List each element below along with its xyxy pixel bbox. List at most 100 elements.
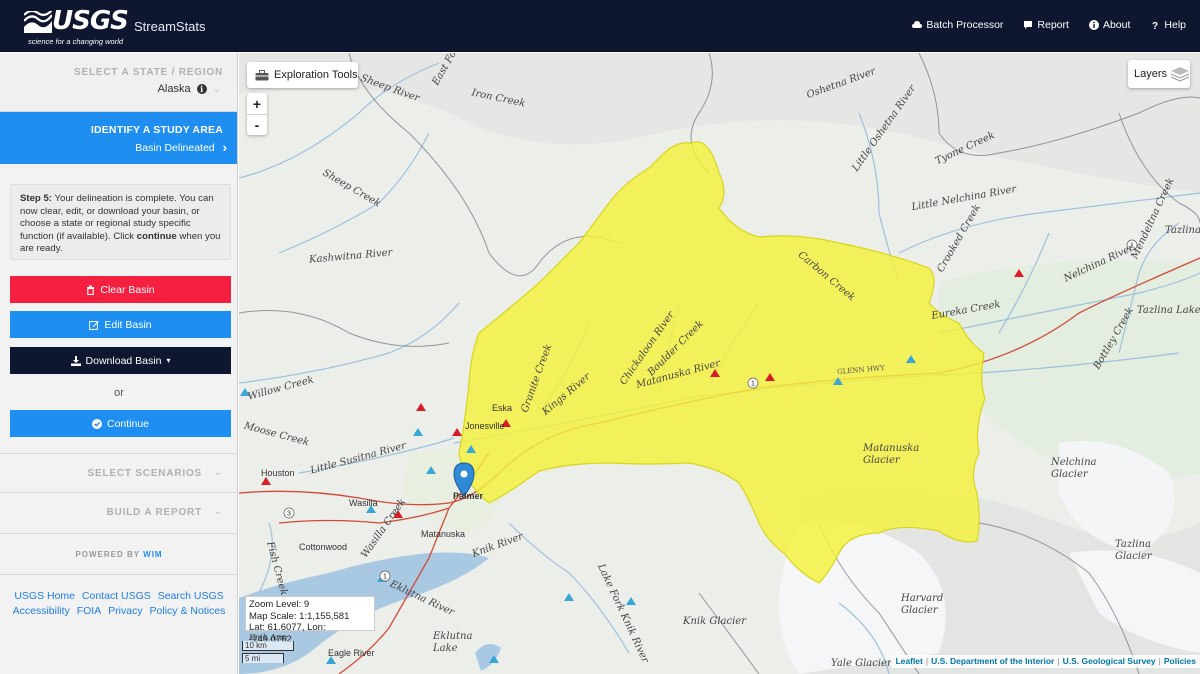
layers-label: Layers [1134,68,1168,80]
chevron-right-icon: › [222,140,227,155]
footer-divider [0,574,238,575]
scale-km: 10 km [242,641,294,651]
step-continue-word: continue [136,230,177,242]
build-report-label: BUILD A REPORT [106,507,202,518]
nav-about-label: About [1102,19,1131,31]
edit-basin-label: Edit Basin [104,318,152,331]
nav-help[interactable]: ? Help [1150,19,1186,31]
label-nelchina-glacier: Nelchina Glacier [1051,457,1097,480]
clear-basin-button[interactable]: Clear Basin [10,276,231,303]
nav-batch-processor[interactable]: Batch Processor [912,19,1003,31]
cloud-icon [912,21,923,28]
route-shield-4: 1 [383,574,387,581]
build-report-section[interactable]: BUILD A REPORT ⌄ [0,493,238,534]
sidebar: SELECT A STATE / REGION Alaska i ⌄ IDENT… [0,53,238,674]
label-harvard-glacier: Harvard Glacier [901,593,944,616]
download-basin-label: Download Basin [85,354,162,367]
select-scenarios-label: SELECT SCENARIOS [87,468,202,479]
powered-by: POWERED BY WIM [0,550,238,559]
check-circle-icon [91,418,102,429]
town-matanuska: Matanuska [421,529,466,539]
link-search-usgs[interactable]: Search USGS [158,590,224,602]
zoom-control: + - [247,93,267,135]
town-jonesville: Jonesville [465,421,505,431]
nav-report-label: Report [1037,19,1069,31]
zoom-in-button[interactable]: + [247,93,267,114]
zoom-out-button[interactable]: - [247,114,267,135]
link-usgs-home[interactable]: USGS Home [14,590,75,602]
layers-icon [1170,67,1190,82]
continue-button[interactable]: Continue [10,410,231,437]
usgs-wave-icon [24,11,52,33]
study-area-status-row: Basin Delineated › [135,140,227,155]
download-icon [70,355,81,366]
label-knik-glacier: Knik Glacier [683,616,746,627]
footer-links-row-2: Accessibility FOIA Privacy Policy & Noti… [0,604,238,619]
label-tazlina: Tazlina [1165,225,1200,236]
label-tazlina-glacier: Tazlina Glacier [1115,539,1152,562]
logo-wordmark: USGS [52,6,129,36]
footer-links-row-1: USGS Home Contact USGS Search USGS [0,589,238,604]
state-selector[interactable]: Alaska i ⌄ [158,83,221,95]
attribution-policies[interactable]: Policies [1164,656,1196,666]
question-icon: ? [1152,21,1158,30]
attribution-leaflet[interactable]: Leaflet [895,656,922,666]
label-matanuska-glacier: Matanuska Glacier [863,443,920,466]
link-foia[interactable]: FOIA [77,605,102,617]
map-view[interactable]: 1 1 3 1 East Fork Sheep River Iron Creek… [239,53,1200,674]
svg-text:?: ? [1152,21,1158,30]
town-eagle-river: Eagle River [328,648,375,658]
edit-icon [89,320,100,330]
link-policy-notices[interactable]: Policy & Notices [150,605,226,617]
or-divider-text: or [114,387,124,399]
toolbox-icon [255,69,269,80]
wim-link[interactable]: WIM [143,550,162,559]
top-navbar: USGS science for a changing world Stream… [0,0,1200,52]
download-basin-button[interactable]: Download Basin ▾ [10,347,231,374]
footer-links: USGS Home Contact USGS Search USGS Acces… [0,589,238,619]
zoom-level-text: Zoom Level: 9 [249,599,310,610]
town-cottonwood: Cottonwood [299,542,348,552]
scale-bar: 10 km 5 mi [242,641,294,663]
step-instructions: Step 5: Your delineation is complete. Yo… [10,184,231,260]
header-nav: Batch Processor Report About ? Help [912,19,1186,31]
nav-help-label: Help [1164,19,1186,31]
continue-label: Continue [106,417,150,430]
chevron-down-icon: ⌄ [212,83,221,95]
caret-down-icon: ▾ [166,356,171,365]
usgs-logo[interactable]: USGS science for a changing world [24,6,129,46]
map-info-box: Zoom Level: 9 Map Scale: 1:1,155,581 Lat… [245,596,375,645]
identify-study-area-section[interactable]: IDENTIFY A STUDY AREA Basin Delineated › [0,112,237,164]
attribution-doi[interactable]: U.S. Department of the Interior [931,656,1054,666]
link-contact-usgs[interactable]: Contact USGS [82,590,151,602]
comment-icon [1024,21,1033,29]
layers-button[interactable]: Layers [1128,60,1190,88]
select-state-label: SELECT A STATE / REGION [74,67,223,78]
study-area-status: Basin Delineated [135,141,215,154]
map-attribution: Leaflet | U.S. Department of the Interior |… [891,655,1200,668]
exploration-tools-button[interactable]: Exploration Tools [247,62,358,88]
nav-report[interactable]: Report [1023,19,1069,31]
select-state-section[interactable]: SELECT A STATE / REGION Alaska i ⌄ [0,53,237,112]
step-number: Step 5: [20,193,52,204]
scale-mi: 5 mi [242,653,284,663]
town-houston: Houston [261,468,295,478]
edit-basin-button[interactable]: Edit Basin [10,311,231,338]
link-accessibility[interactable]: Accessibility [13,605,70,617]
powered-by-text: POWERED BY [75,550,140,559]
attribution-usgs[interactable]: U.S. Geological Survey [1063,656,1156,666]
town-palmer: Palmer [453,491,484,501]
map-scale-text: Map Scale: 1:1,155,581 [249,610,350,622]
state-info-icon[interactable]: i [196,84,207,94]
nav-about[interactable]: About [1088,19,1131,31]
link-privacy[interactable]: Privacy [108,605,142,617]
nav-batch-processor-label: Batch Processor [926,19,1004,31]
label-eklutna-lake: Eklutna Lake [433,631,473,654]
select-scenarios-section[interactable]: SELECT SCENARIOS ⌄ [0,453,238,493]
label-yale-glacier: Yale Glacier [831,658,892,669]
label-tazlina-lake: Tazlina Lake [1137,305,1200,316]
exploration-tools-label: Exploration Tools [274,69,358,81]
state-value: Alaska [157,83,191,95]
trash-icon [87,285,95,295]
study-area-title: IDENTIFY A STUDY AREA [90,124,223,136]
